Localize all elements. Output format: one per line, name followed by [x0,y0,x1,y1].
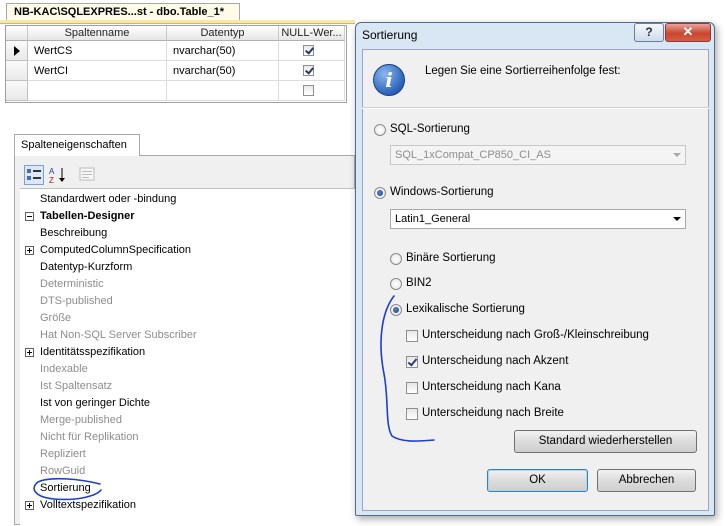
property-row[interactable]: Standardwert oder -bindung [20,191,355,208]
property-pages-button[interactable] [78,165,98,185]
property-row[interactable]: Ist Spaltensatz [20,378,355,395]
grid-cell-type[interactable]: nvarchar(50) [167,61,279,81]
property-row[interactable]: Nicht für Replikation [20,429,355,446]
ok-button[interactable]: OK [487,469,588,492]
current-row-arrow-icon [14,46,20,56]
property-category[interactable]: Tabellen-Designer [20,208,355,225]
property-row[interactable]: Identitätsspezifikation [20,344,355,361]
kana-sensitive-label[interactable]: Unterscheidung nach Kana [422,381,561,393]
property-row[interactable]: ComputedColumnSpecification [20,242,355,259]
property-row[interactable]: Größe [20,310,355,327]
binary-sorting-label[interactable]: Binäre Sortierung [406,252,496,264]
accent-sensitive-checkbox[interactable] [406,356,418,368]
help-button[interactable]: ? [634,23,664,42]
kana-sensitive-checkbox[interactable] [406,382,418,394]
property-row[interactable]: Merge-published [20,412,355,429]
windows-collation-select[interactable]: Latin1_General [390,209,686,229]
bin2-radio[interactable] [390,278,402,290]
grid-cell-name[interactable]: WertCS [28,41,167,61]
property-row[interactable]: Ist von geringer Dichte [20,395,355,412]
case-sensitive-label[interactable]: Unterscheidung nach Groß-/Kleinschreibun… [422,329,649,341]
document-tab-title: NB-KAC\SQLEXPRES...st - dbo.Table_1* [14,6,225,18]
lexical-sorting-radio[interactable] [390,304,402,316]
property-row[interactable]: Hat Non-SQL Server Subscriber [20,327,355,344]
dialog-separator [362,107,709,109]
property-row-collation[interactable]: Sortierung [20,480,355,497]
sql-collation-value: SQL_1xCompat_CP850_CI_AS [395,149,551,161]
width-sensitive-checkbox[interactable] [406,408,418,420]
dialog-title: Sortierung [362,28,418,42]
null-checkbox[interactable] [303,65,314,76]
tab-column-properties-label: Spalteneigenschaften [21,139,127,151]
sql-sorting-label[interactable]: SQL-Sortierung [390,123,470,135]
close-button[interactable]: ✕ [665,23,711,42]
restore-defaults-button[interactable]: Standard wiederherstellen [514,430,697,453]
chevron-down-icon [673,217,681,221]
property-row[interactable]: RowGuid [20,463,355,480]
property-row[interactable]: DTS-published [20,293,355,310]
grid-header-type[interactable]: Datentyp [167,26,279,41]
grid-cell-null[interactable] [279,81,345,101]
alphabetical-icon: A Z [49,167,65,185]
property-row[interactable]: Beschreibung [20,225,355,242]
grid-cell-null[interactable] [279,61,345,81]
collapse-icon[interactable] [25,212,34,221]
grid-cell-type[interactable]: nvarchar(50) [167,41,279,61]
binary-sorting-radio[interactable] [390,253,402,265]
accent-sensitive-label[interactable]: Unterscheidung nach Akzent [422,355,568,367]
sql-sorting-radio[interactable] [374,124,386,136]
grid-cell-type[interactable] [167,81,279,101]
document-tab[interactable]: NB-KAC\SQLEXPRES...st - dbo.Table_1* [6,3,240,20]
windows-sorting-label[interactable]: Windows-Sortierung [390,186,494,198]
property-row[interactable]: Deterministic [20,276,355,293]
categorized-icon [27,169,41,180]
property-pages-icon [79,167,95,181]
close-icon: ✕ [682,24,694,39]
expand-icon[interactable] [25,348,34,357]
property-row[interactable]: Indexable [20,361,355,378]
bin2-label[interactable]: BIN2 [406,277,432,289]
null-checkbox[interactable] [303,45,314,56]
property-row[interactable]: Repliziert [20,446,355,463]
property-row[interactable]: Datentyp-Kurzform [20,259,355,276]
expand-icon[interactable] [25,501,34,510]
grid-header-name[interactable]: Spaltenname [28,26,167,41]
grid-corner-header [6,26,28,41]
document-tab-strip [0,20,355,24]
grid-cell-name[interactable] [28,81,167,101]
property-row[interactable]: Volltextspezifikation [20,497,355,514]
svg-text:Z: Z [49,176,54,185]
grid-header-null[interactable]: NULL-Wer... [279,26,345,41]
expand-icon[interactable] [25,246,34,255]
tab-column-properties[interactable]: Spalteneigenschaften [14,134,140,156]
row-selector[interactable] [6,81,28,101]
row-selector[interactable] [6,61,28,81]
svg-text:A: A [49,167,55,176]
alphabetical-button[interactable]: A Z [48,165,68,185]
cancel-button[interactable]: Abbrechen [597,469,696,492]
windows-sorting-radio[interactable] [374,187,386,199]
case-sensitive-checkbox[interactable] [406,330,418,342]
row-selector[interactable] [6,41,28,61]
properties-list: Standardwert oder -bindung Tabellen-Desi… [20,188,355,526]
grid-cell-name[interactable]: WertCI [28,61,167,81]
column-grid: Spaltenname Datentyp NULL-Wer... WertCS … [5,25,347,103]
lexical-sorting-label[interactable]: Lexikalische Sortierung [406,303,525,315]
sql-collation-select[interactable]: SQL_1xCompat_CP850_CI_AS [390,145,686,165]
dialog-prompt: Legen Sie eine Sortierreihenfolge fest: [425,65,621,77]
categorized-button[interactable] [24,165,44,185]
properties-toolbar: A Z [20,163,100,187]
info-icon: i [373,64,405,96]
grid-cell-null[interactable] [279,41,345,61]
null-checkbox[interactable] [303,85,314,96]
width-sensitive-label[interactable]: Unterscheidung nach Breite [422,407,564,419]
chevron-down-icon [673,153,681,157]
windows-collation-value: Latin1_General [395,213,471,225]
